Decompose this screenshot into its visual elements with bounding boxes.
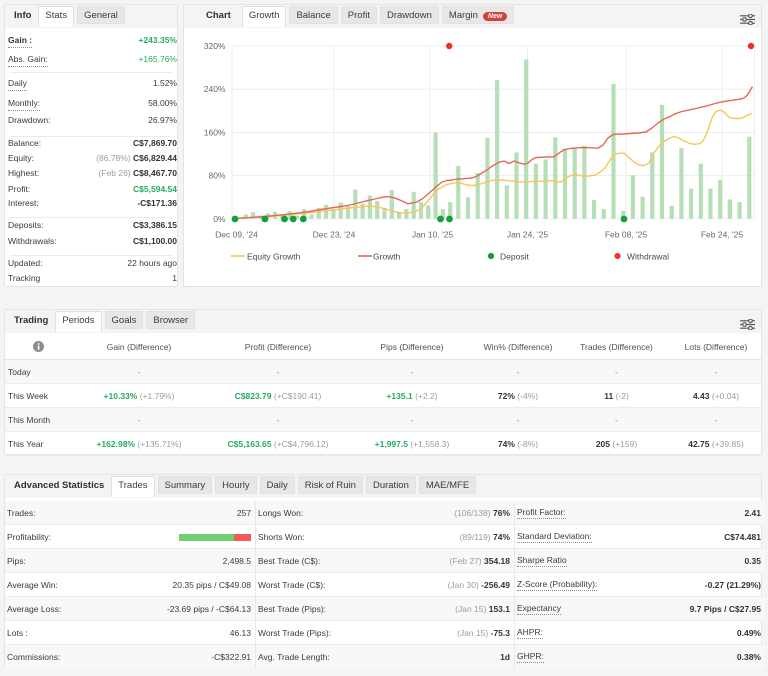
svg-text:Withdrawal: Withdrawal xyxy=(627,252,669,262)
svg-text:Feb 24, '25: Feb 24, '25 xyxy=(701,230,744,240)
svg-text:0%: 0% xyxy=(213,214,226,224)
svg-text:80%: 80% xyxy=(208,171,225,181)
svg-text:Deposit: Deposit xyxy=(500,252,529,262)
svg-text:160%: 160% xyxy=(204,127,226,137)
svg-text:Dec 23, '24: Dec 23, '24 xyxy=(313,230,356,240)
svg-text:Jan 24, '25: Jan 24, '25 xyxy=(507,230,549,240)
svg-text:Dec 09, '24: Dec 09, '24 xyxy=(215,230,258,240)
svg-text:240%: 240% xyxy=(204,84,226,94)
svg-text:320%: 320% xyxy=(204,41,226,51)
svg-text:Growth: Growth xyxy=(373,252,401,262)
svg-text:Jan 10, '25: Jan 10, '25 xyxy=(412,230,454,240)
svg-text:Equity Growth: Equity Growth xyxy=(247,252,301,262)
svg-text:Feb 08, '25: Feb 08, '25 xyxy=(605,230,648,240)
